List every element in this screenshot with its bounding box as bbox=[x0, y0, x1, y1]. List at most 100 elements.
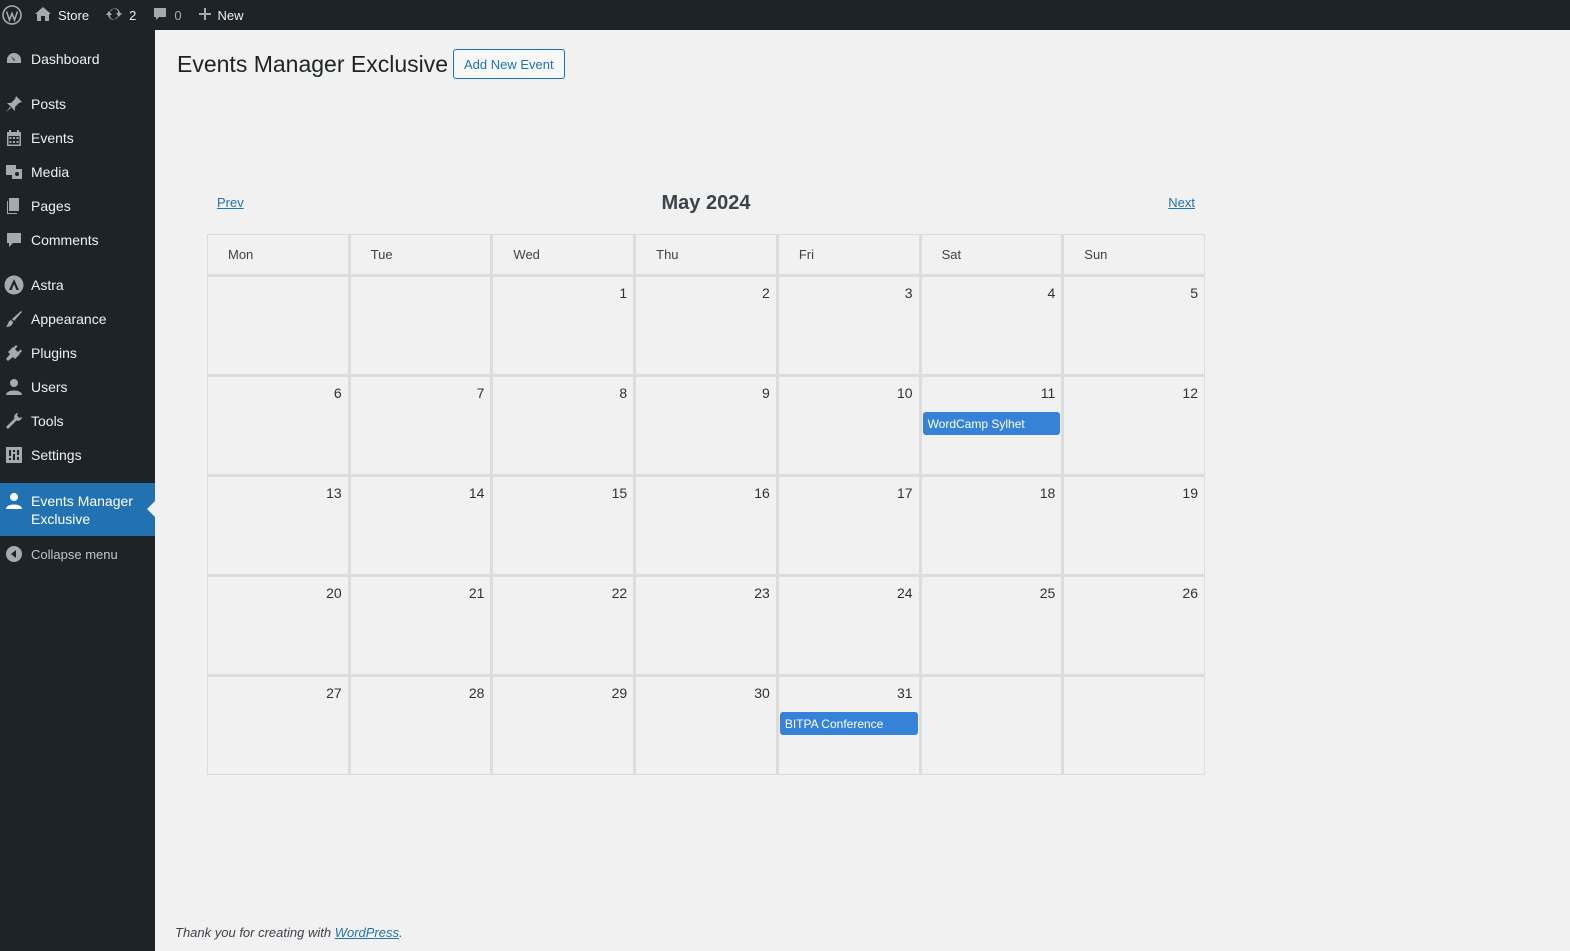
calendar-day-cell[interactable]: 11 WordCamp Sylhet bbox=[921, 377, 1062, 474]
calendar-day-cell[interactable]: 28 bbox=[350, 677, 491, 774]
calendar-day-cell[interactable]: 27 bbox=[208, 677, 348, 774]
collapse-arrow-icon bbox=[4, 544, 24, 564]
weekday-header: Tue bbox=[350, 235, 491, 274]
calendar-day-cell[interactable]: 7 bbox=[350, 377, 491, 474]
calendar-day-cell[interactable]: 3 bbox=[778, 277, 919, 374]
calendar-day-cell[interactable]: 9 bbox=[636, 377, 776, 474]
user-icon bbox=[4, 377, 24, 397]
user-icon bbox=[4, 491, 24, 511]
calendar-day-number: 16 bbox=[754, 485, 770, 501]
footer-credit: Thank you for creating with WordPress. bbox=[175, 925, 403, 940]
calendar-day-number: 9 bbox=[762, 385, 770, 401]
admin-sidebar: Dashboard Posts Events Media Pages Comme… bbox=[0, 30, 155, 951]
calendar-day-cell[interactable]: 24 bbox=[778, 577, 919, 674]
calendar-day-cell[interactable]: 23 bbox=[636, 577, 776, 674]
sidebar-item-settings[interactable]: Settings bbox=[0, 438, 155, 472]
page-heading: Events Manager Exclusive Add New Event bbox=[177, 49, 565, 79]
main-content: Events Manager Exclusive Add New Event P… bbox=[155, 30, 1570, 951]
site-name-link[interactable]: Store bbox=[26, 0, 97, 30]
calendar-day-cell[interactable]: 8 bbox=[493, 377, 634, 474]
sidebar-item-events[interactable]: Events bbox=[0, 121, 155, 155]
dashboard-icon bbox=[4, 49, 24, 69]
sidebar-item-plugins[interactable]: Plugins bbox=[0, 336, 155, 370]
calendar-day-cell[interactable]: 18 bbox=[921, 477, 1062, 574]
updates-link[interactable]: 2 bbox=[97, 0, 144, 30]
sidebar-item-astra[interactable]: Astra bbox=[0, 268, 155, 302]
footer-text: Thank you for creating with bbox=[175, 925, 335, 940]
calendar-day-cell[interactable]: 15 bbox=[493, 477, 634, 574]
comments-link[interactable]: 0 bbox=[144, 0, 189, 30]
sidebar-item-label: Comments bbox=[31, 232, 99, 248]
weekday-header: Sat bbox=[921, 235, 1062, 274]
calendar-day-cell[interactable]: 6 bbox=[208, 377, 348, 474]
sidebar-item-label: Dashboard bbox=[31, 51, 100, 67]
new-label: New bbox=[217, 7, 244, 23]
calendar-day-cell[interactable]: 20 bbox=[208, 577, 348, 674]
calendar-event[interactable]: WordCamp Sylhet bbox=[922, 412, 1061, 435]
calendar-day-cell[interactable]: 31 BITPA Conference bbox=[778, 677, 919, 774]
updates-count: 2 bbox=[129, 7, 137, 23]
sidebar-item-events-manager-exclusive[interactable]: Events Manager Exclusive bbox=[0, 483, 155, 536]
next-month-link[interactable]: Next bbox=[1168, 195, 1195, 210]
sidebar-item-label: Appearance bbox=[31, 311, 107, 327]
calendar-day-cell[interactable]: 4 bbox=[921, 277, 1062, 374]
comment-icon bbox=[4, 230, 24, 250]
calendar-day-cell[interactable]: 13 bbox=[208, 477, 348, 574]
new-content-link[interactable]: New bbox=[190, 0, 252, 30]
calendar-empty-cell bbox=[208, 277, 348, 374]
media-icon bbox=[4, 162, 24, 182]
calendar-day-number: 22 bbox=[611, 585, 628, 601]
calendar-day-number: 14 bbox=[468, 485, 485, 501]
calendar-day-number: 1 bbox=[619, 285, 628, 301]
calendar-day-number: 29 bbox=[611, 685, 628, 701]
calendar-day-cell[interactable]: 19 bbox=[1064, 477, 1204, 574]
calendar-day-cell[interactable]: 21 bbox=[350, 577, 491, 674]
sidebar-item-dashboard[interactable]: Dashboard bbox=[0, 42, 155, 76]
sidebar-item-tools[interactable]: Tools bbox=[0, 404, 155, 438]
comments-count: 0 bbox=[174, 7, 182, 23]
sidebar-item-label: Posts bbox=[31, 96, 67, 112]
wordpress-link[interactable]: WordPress bbox=[335, 925, 399, 940]
weekday-header: Thu bbox=[636, 235, 776, 274]
admin-bar: Store 2 0 New bbox=[0, 0, 1570, 30]
calendar-icon bbox=[4, 128, 24, 148]
calendar-day-cell[interactable]: 12 bbox=[1064, 377, 1204, 474]
add-new-event-button[interactable]: Add New Event bbox=[453, 49, 565, 79]
calendar-day-cell[interactable]: 30 bbox=[636, 677, 776, 774]
sidebar-item-appearance[interactable]: Appearance bbox=[0, 302, 155, 336]
calendar-day-cell[interactable]: 14 bbox=[350, 477, 491, 574]
calendar-month-title: May 2024 bbox=[661, 192, 751, 214]
sidebar-item-users[interactable]: Users bbox=[0, 370, 155, 404]
wordpress-logo-icon[interactable] bbox=[0, 0, 26, 30]
calendar-day-number: 25 bbox=[1039, 585, 1056, 601]
sidebar-item-posts[interactable]: Posts bbox=[0, 87, 155, 121]
calendar-day-number: 15 bbox=[611, 485, 628, 501]
sidebar-item-comments[interactable]: Comments bbox=[0, 223, 155, 257]
calendar-day-cell[interactable]: 10 bbox=[778, 377, 919, 474]
calendar-day-cell[interactable]: 29 bbox=[493, 677, 634, 774]
sidebar-item-label: Events Manager Exclusive bbox=[31, 492, 133, 527]
sidebar-item-label: Events bbox=[31, 130, 74, 146]
weekday-header: Wed bbox=[493, 235, 634, 274]
calendar-day-cell[interactable]: 2 bbox=[636, 277, 776, 374]
calendar-event[interactable]: BITPA Conference bbox=[779, 712, 918, 735]
calendar-day-number: 2 bbox=[762, 285, 770, 301]
comment-icon bbox=[152, 6, 168, 25]
calendar-day-cell[interactable]: 5 bbox=[1064, 277, 1204, 374]
calendar-day-cell[interactable]: 1 bbox=[493, 277, 634, 374]
calendar-day-cell[interactable]: 17 bbox=[778, 477, 919, 574]
sidebar-item-media[interactable]: Media bbox=[0, 155, 155, 189]
sidebar-item-pages[interactable]: Pages bbox=[0, 189, 155, 223]
calendar-day-cell[interactable]: 26 bbox=[1064, 577, 1204, 674]
sidebar-item-label: Plugins bbox=[31, 345, 77, 361]
weekday-header: Fri bbox=[778, 235, 919, 274]
calendar-day-number: 5 bbox=[1190, 285, 1198, 301]
plug-icon bbox=[4, 343, 24, 363]
collapse-menu-button[interactable]: Collapse menu bbox=[0, 537, 155, 571]
calendar-day-cell[interactable]: 25 bbox=[921, 577, 1062, 674]
refresh-icon bbox=[105, 6, 123, 25]
calendar-day-number: 11 bbox=[1040, 385, 1056, 401]
calendar-day-number: 30 bbox=[754, 685, 770, 701]
calendar-day-cell[interactable]: 22 bbox=[493, 577, 634, 674]
calendar-day-cell[interactable]: 16 bbox=[636, 477, 776, 574]
